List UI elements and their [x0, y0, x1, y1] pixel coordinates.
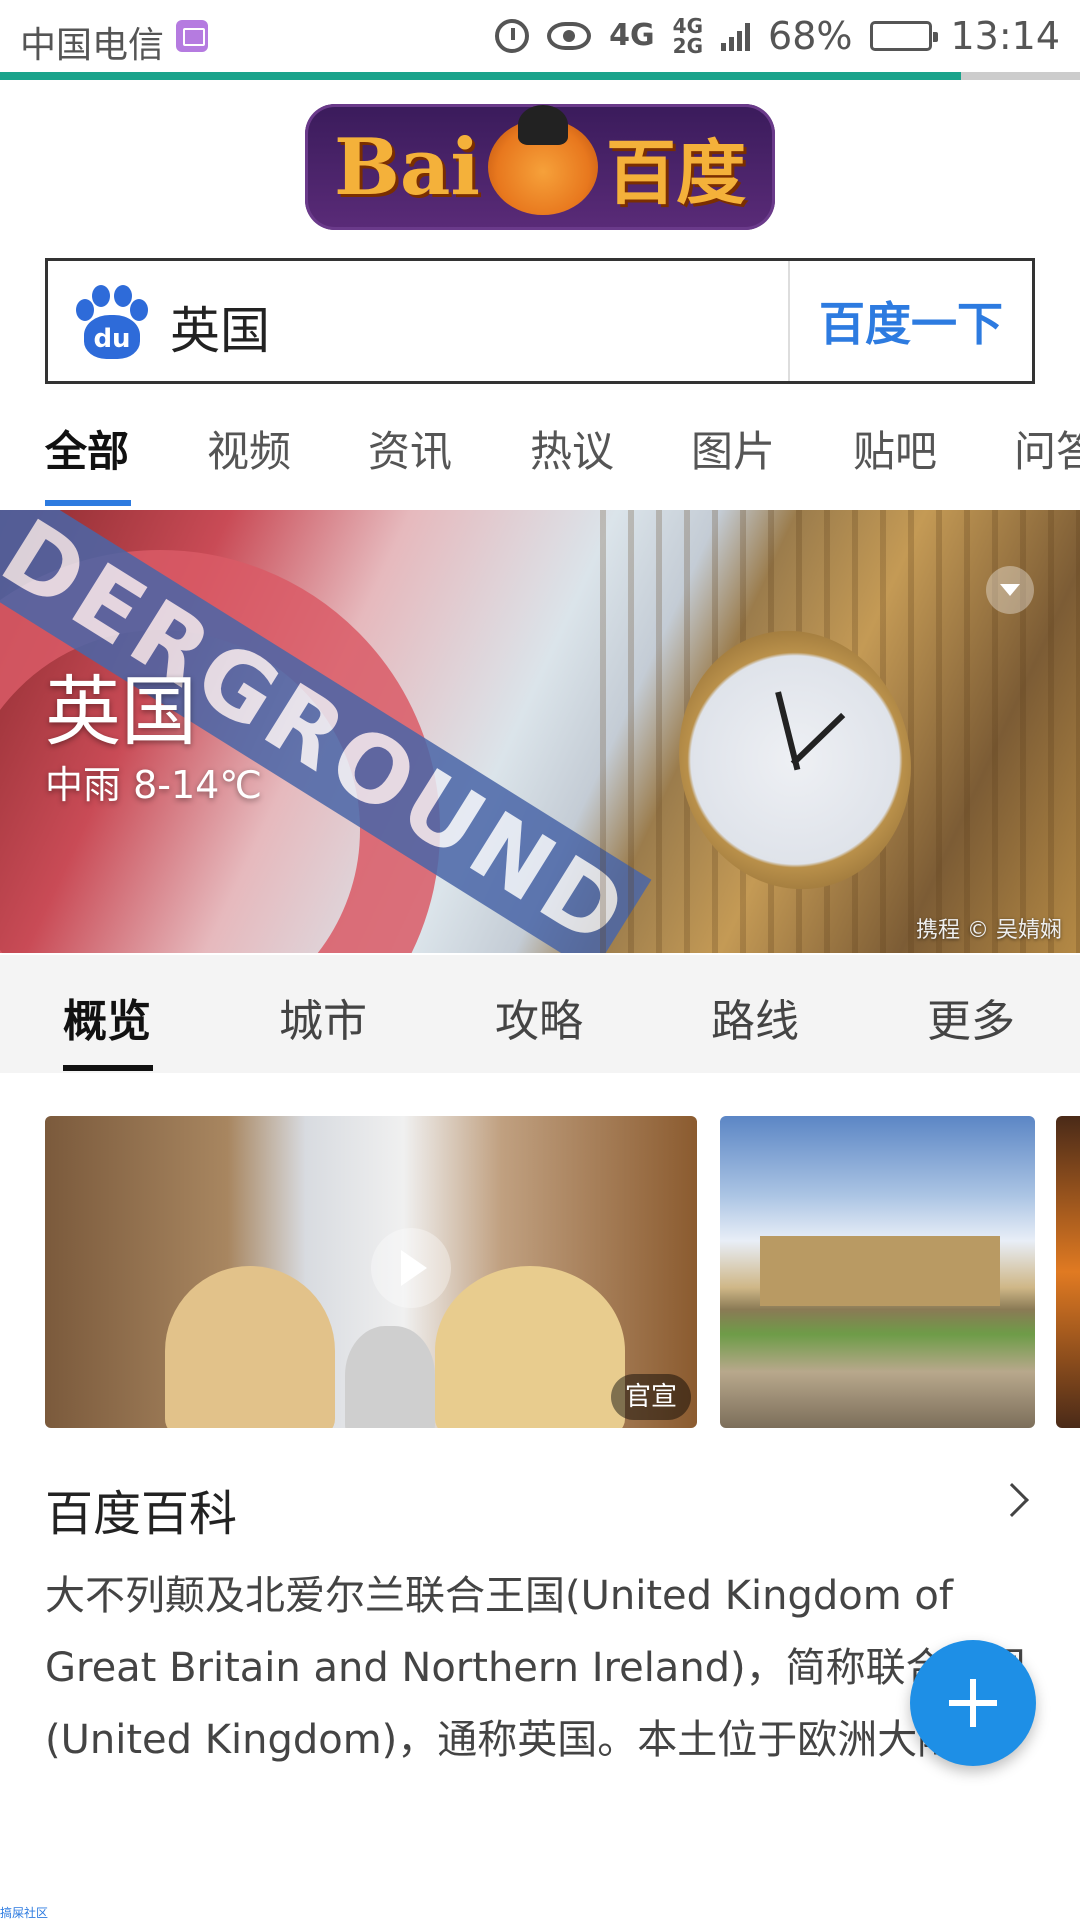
- add-fab-button[interactable]: [910, 1640, 1036, 1766]
- gallery-notification-icon: [176, 20, 208, 52]
- subtab-cities[interactable]: 城市: [279, 985, 367, 1049]
- college-building: [760, 1236, 1000, 1306]
- play-icon[interactable]: [371, 1228, 451, 1308]
- baidu-paw-icon: du: [76, 285, 148, 361]
- logo-text-baidu: 百度: [606, 131, 747, 214]
- media-photo-card[interactable]: [720, 1116, 1035, 1428]
- signal-icon: [721, 21, 751, 51]
- subtab-overview[interactable]: 概览: [63, 985, 151, 1049]
- subtab-routes[interactable]: 路线: [711, 985, 799, 1049]
- tab-tieba[interactable]: 贴吧: [853, 418, 937, 479]
- page-load-progress-fill: [0, 72, 962, 80]
- baidu-doodle-logo[interactable]: Bai 百度: [305, 104, 775, 230]
- subtab-guides[interactable]: 攻略: [495, 985, 583, 1049]
- video-person: [435, 1266, 625, 1428]
- tab-images[interactable]: 图片: [691, 418, 775, 479]
- result-tabs: 全部 视频 资讯 热议 图片 贴吧 问答: [0, 396, 1080, 508]
- video-badge: 官宣: [610, 1374, 691, 1420]
- search-box[interactable]: du 英国 百度一下: [45, 258, 1035, 384]
- tab-discussion[interactable]: 热议: [530, 418, 614, 479]
- subtab-more[interactable]: 更多: [927, 985, 1015, 1049]
- eye-comfort-icon: [547, 22, 592, 50]
- battery-icon: [870, 21, 939, 51]
- network-secondary-top: 4G: [672, 14, 704, 38]
- dual-network-label: 4G 2G: [673, 16, 703, 56]
- video-person: [345, 1326, 435, 1428]
- clock: 13:14: [950, 14, 1060, 58]
- network-secondary-bottom: 2G: [672, 34, 704, 58]
- paw-text: du: [84, 315, 140, 359]
- baike-summary[interactable]: 大不列颠及北爱尔兰联合王国(United Kingdom of Great Br…: [45, 1560, 1035, 1776]
- status-bar: 中国电信 4G 4G 2G 68% 13:14: [0, 0, 1080, 75]
- pumpkin-icon: [488, 105, 599, 215]
- battery-percent: 68%: [768, 14, 853, 58]
- search-input[interactable]: 英国: [170, 291, 270, 363]
- subtab-active-indicator: [63, 1065, 153, 1071]
- watermark: 搞屎社区: [0, 1906, 49, 1920]
- collapse-chevron-icon[interactable]: [986, 566, 1034, 614]
- tab-news[interactable]: 资讯: [368, 418, 452, 479]
- video-person: [165, 1266, 335, 1428]
- status-icons: 4G 4G 2G 68% 13:14: [495, 14, 1060, 58]
- baike-title[interactable]: 百度百科: [45, 1474, 237, 1544]
- network-type-label: 4G: [609, 18, 655, 53]
- hero-title: 英国: [45, 667, 197, 756]
- tab-video[interactable]: 视频: [207, 418, 291, 479]
- alarm-icon: [495, 19, 530, 53]
- topic-tabs: 概览 城市 攻略 路线 更多: [0, 955, 1080, 1073]
- carrier-label: 中国电信: [20, 25, 165, 66]
- chevron-right-icon[interactable]: [995, 1483, 1029, 1517]
- hero-weather: 中雨 8-14℃: [45, 763, 262, 807]
- logo-text-bai: Bai: [333, 121, 481, 213]
- tab-active-indicator: [45, 500, 131, 506]
- media-video-card[interactable]: 官宣: [45, 1116, 697, 1428]
- media-photo-card-partial[interactable]: [1056, 1116, 1080, 1428]
- page-load-progress: [0, 72, 1080, 80]
- hero-photo-credit: 携程 © 吴婧娴: [916, 918, 1062, 943]
- hero-banner[interactable]: DERGROUND 英国 中雨 8-14℃ 携程 © 吴婧娴: [0, 510, 1080, 953]
- tab-all[interactable]: 全部: [45, 418, 129, 479]
- search-button[interactable]: 百度一下: [790, 261, 1032, 381]
- tab-qa[interactable]: 问答: [1014, 418, 1080, 479]
